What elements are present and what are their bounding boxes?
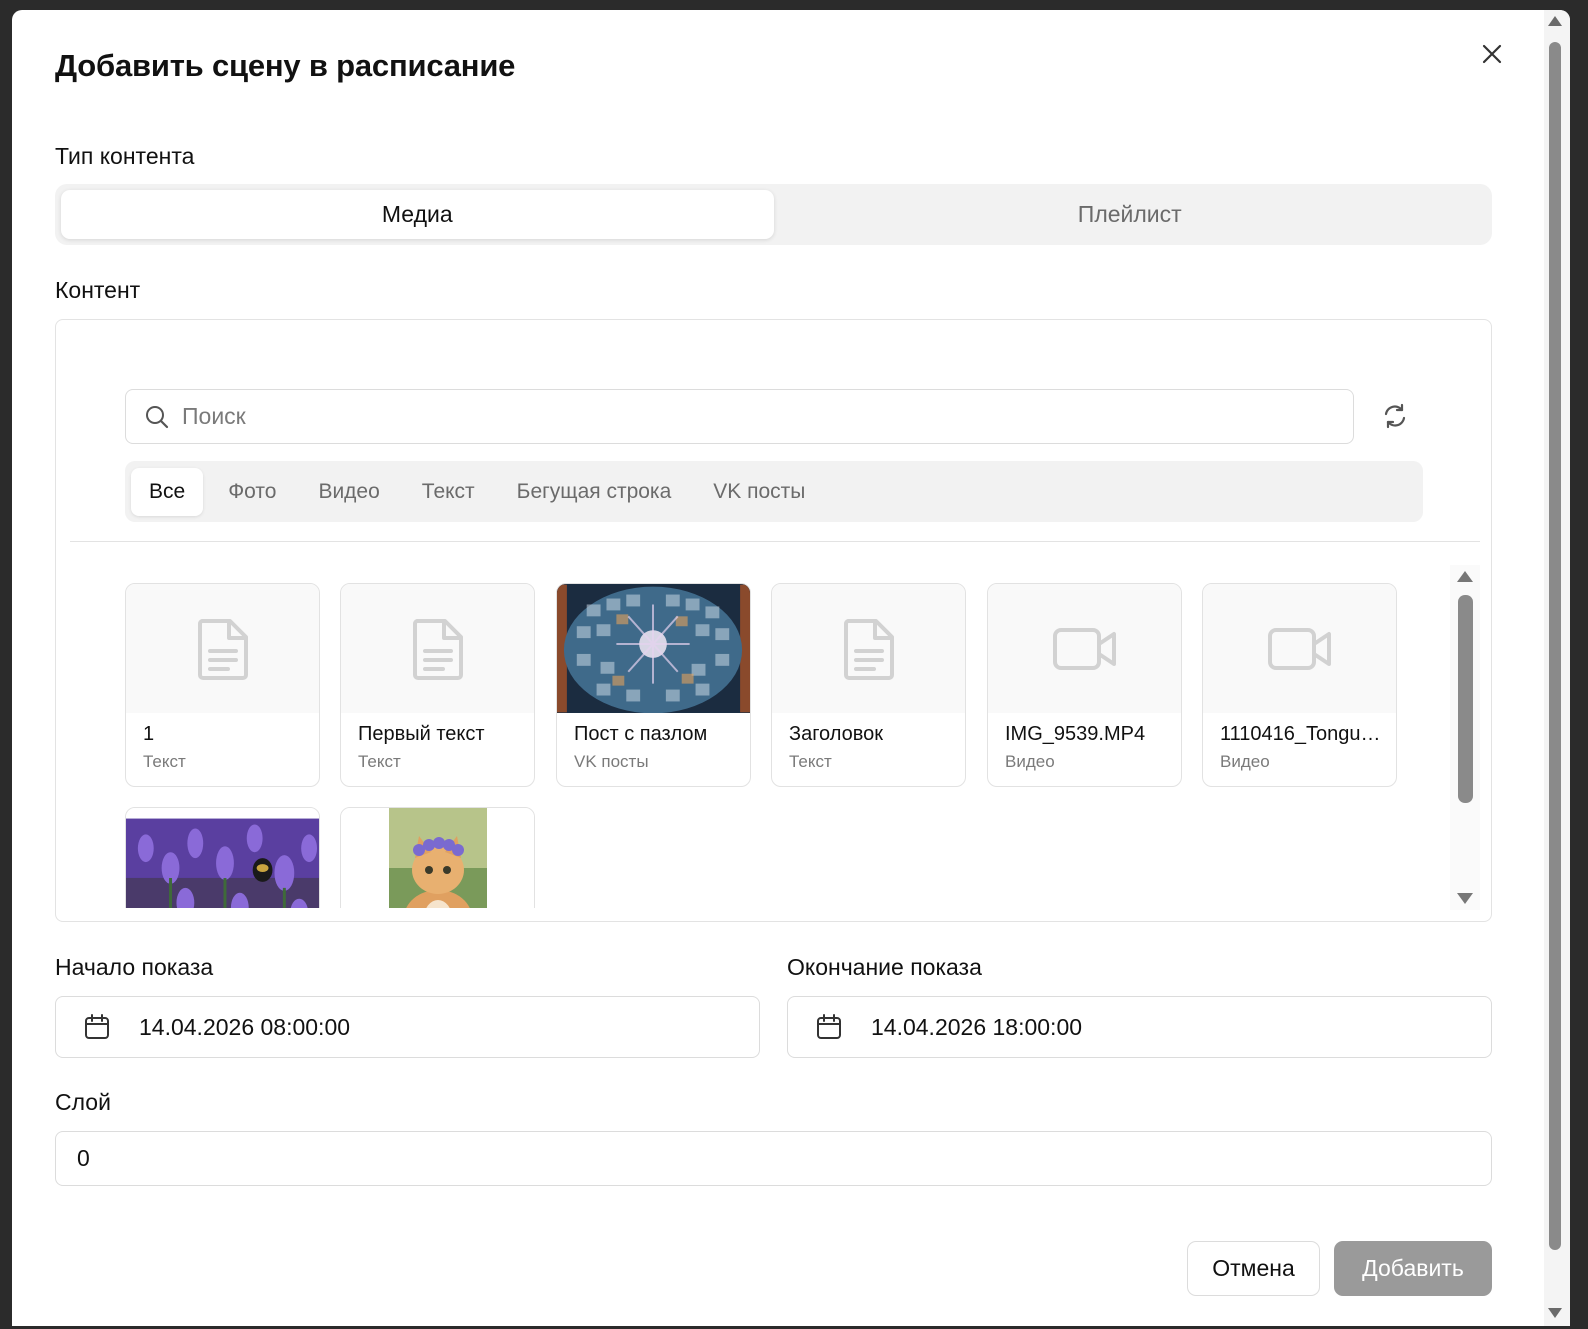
card-type: Текст <box>358 752 401 771</box>
start-label: Начало показа <box>55 954 214 980</box>
layer-input[interactable]: 0 <box>55 1131 1492 1186</box>
card-type: Видео <box>1220 752 1270 771</box>
puzzle-collage-image <box>557 584 750 713</box>
media-card[interactable] <box>340 807 535 908</box>
card-thumbnail <box>341 808 534 908</box>
video-camera-icon <box>1052 627 1116 670</box>
dialog-title: Добавить сцену в расписание <box>55 48 516 83</box>
refresh-button[interactable] <box>1379 400 1411 432</box>
filter-ticker[interactable]: Бегущая строка <box>496 468 693 516</box>
card-name: 1 <box>143 723 155 745</box>
add-button[interactable]: Добавить <box>1334 1241 1492 1296</box>
scroll-up-icon[interactable] <box>1457 571 1473 582</box>
video-camera-icon <box>1267 627 1331 670</box>
scrollbar-thumb[interactable] <box>1549 42 1561 1250</box>
card-thumbnail <box>126 808 319 908</box>
content-scrollbar[interactable] <box>1450 565 1480 910</box>
content-type-label: Тип контента <box>55 143 195 169</box>
divider <box>70 541 1480 542</box>
start-datetime-field[interactable]: 14.04.2026 08:00:00 <box>55 996 760 1058</box>
content-picker: Все Фото Видео Текст Бегущая строка VK п… <box>55 319 1492 922</box>
filter-all[interactable]: Все <box>131 467 204 516</box>
calendar-icon <box>817 1014 841 1039</box>
content-type-switch: Медиа Плейлист <box>55 184 1492 245</box>
filter-video[interactable]: Видео <box>297 468 400 516</box>
media-card[interactable]: 1110416_Tongue... Видео <box>1202 583 1397 787</box>
search-field <box>125 389 1354 444</box>
scroll-up-icon[interactable] <box>1548 16 1562 26</box>
card-thumbnail <box>557 584 750 713</box>
filter-text[interactable]: Текст <box>401 468 496 516</box>
end-label: Окончание показа <box>787 954 982 980</box>
close-icon <box>1482 44 1502 64</box>
content-type-media[interactable]: Медиа <box>61 190 774 239</box>
card-type: VK посты <box>574 752 649 771</box>
media-card[interactable]: IMG_9539.MP4 Видео <box>987 583 1182 787</box>
card-thumbnail <box>341 584 534 713</box>
layer-label: Слой <box>55 1089 111 1115</box>
filter-vk-posts[interactable]: VK посты <box>692 468 826 516</box>
media-card[interactable]: Заголовок Текст <box>771 583 966 787</box>
media-type-filters: Все Фото Видео Текст Бегущая строка VK п… <box>125 461 1423 522</box>
card-name: Пост с пазлом <box>574 723 708 745</box>
scroll-down-icon[interactable] <box>1548 1308 1562 1318</box>
content-type-playlist[interactable]: Плейлист <box>774 190 1487 239</box>
media-grid: 1 Текст Первый текст Текст Пост с пазлом… <box>125 583 1405 908</box>
card-thumbnail <box>1203 584 1396 713</box>
close-button[interactable] <box>1478 40 1506 68</box>
media-card[interactable]: Пост с пазлом VK посты <box>556 583 751 787</box>
card-thumbnail <box>772 584 965 713</box>
media-card[interactable]: 1 Текст <box>125 583 320 787</box>
end-datetime-value: 14.04.2026 18:00:00 <box>871 1013 1083 1040</box>
end-datetime-field[interactable]: 14.04.2026 18:00:00 <box>787 996 1492 1058</box>
start-datetime-value: 14.04.2026 08:00:00 <box>139 1013 351 1040</box>
card-name: IMG_9539.MP4 <box>1005 723 1146 745</box>
cancel-button[interactable]: Отмена <box>1187 1241 1320 1296</box>
card-name: 1110416_Tongue... <box>1220 723 1386 745</box>
document-icon <box>843 618 894 680</box>
content-label: Контент <box>55 277 141 303</box>
dialog-scrollbar[interactable] <box>1544 10 1570 1326</box>
document-icon <box>197 618 248 680</box>
refresh-icon <box>1384 403 1406 429</box>
kitten-image <box>388 808 487 908</box>
card-name: Первый текст <box>358 723 485 745</box>
media-card[interactable] <box>125 807 320 908</box>
card-name: Заголовок <box>789 723 884 745</box>
card-type: Текст <box>143 752 186 771</box>
calendar-icon <box>85 1014 109 1039</box>
add-scene-dialog: Добавить сцену в расписание Тип контента… <box>12 10 1570 1326</box>
document-icon <box>412 618 463 680</box>
flowers-bee-image <box>126 818 319 908</box>
search-icon <box>146 405 169 428</box>
card-thumbnail <box>126 584 319 713</box>
card-thumbnail <box>988 584 1181 713</box>
scroll-down-icon[interactable] <box>1457 893 1473 904</box>
scrollbar-thumb[interactable] <box>1458 595 1473 803</box>
media-card[interactable]: Первый текст Текст <box>340 583 535 787</box>
card-type: Текст <box>789 752 832 771</box>
card-type: Видео <box>1005 752 1055 771</box>
search-input[interactable] <box>182 403 1282 430</box>
filter-photo[interactable]: Фото <box>207 468 297 516</box>
